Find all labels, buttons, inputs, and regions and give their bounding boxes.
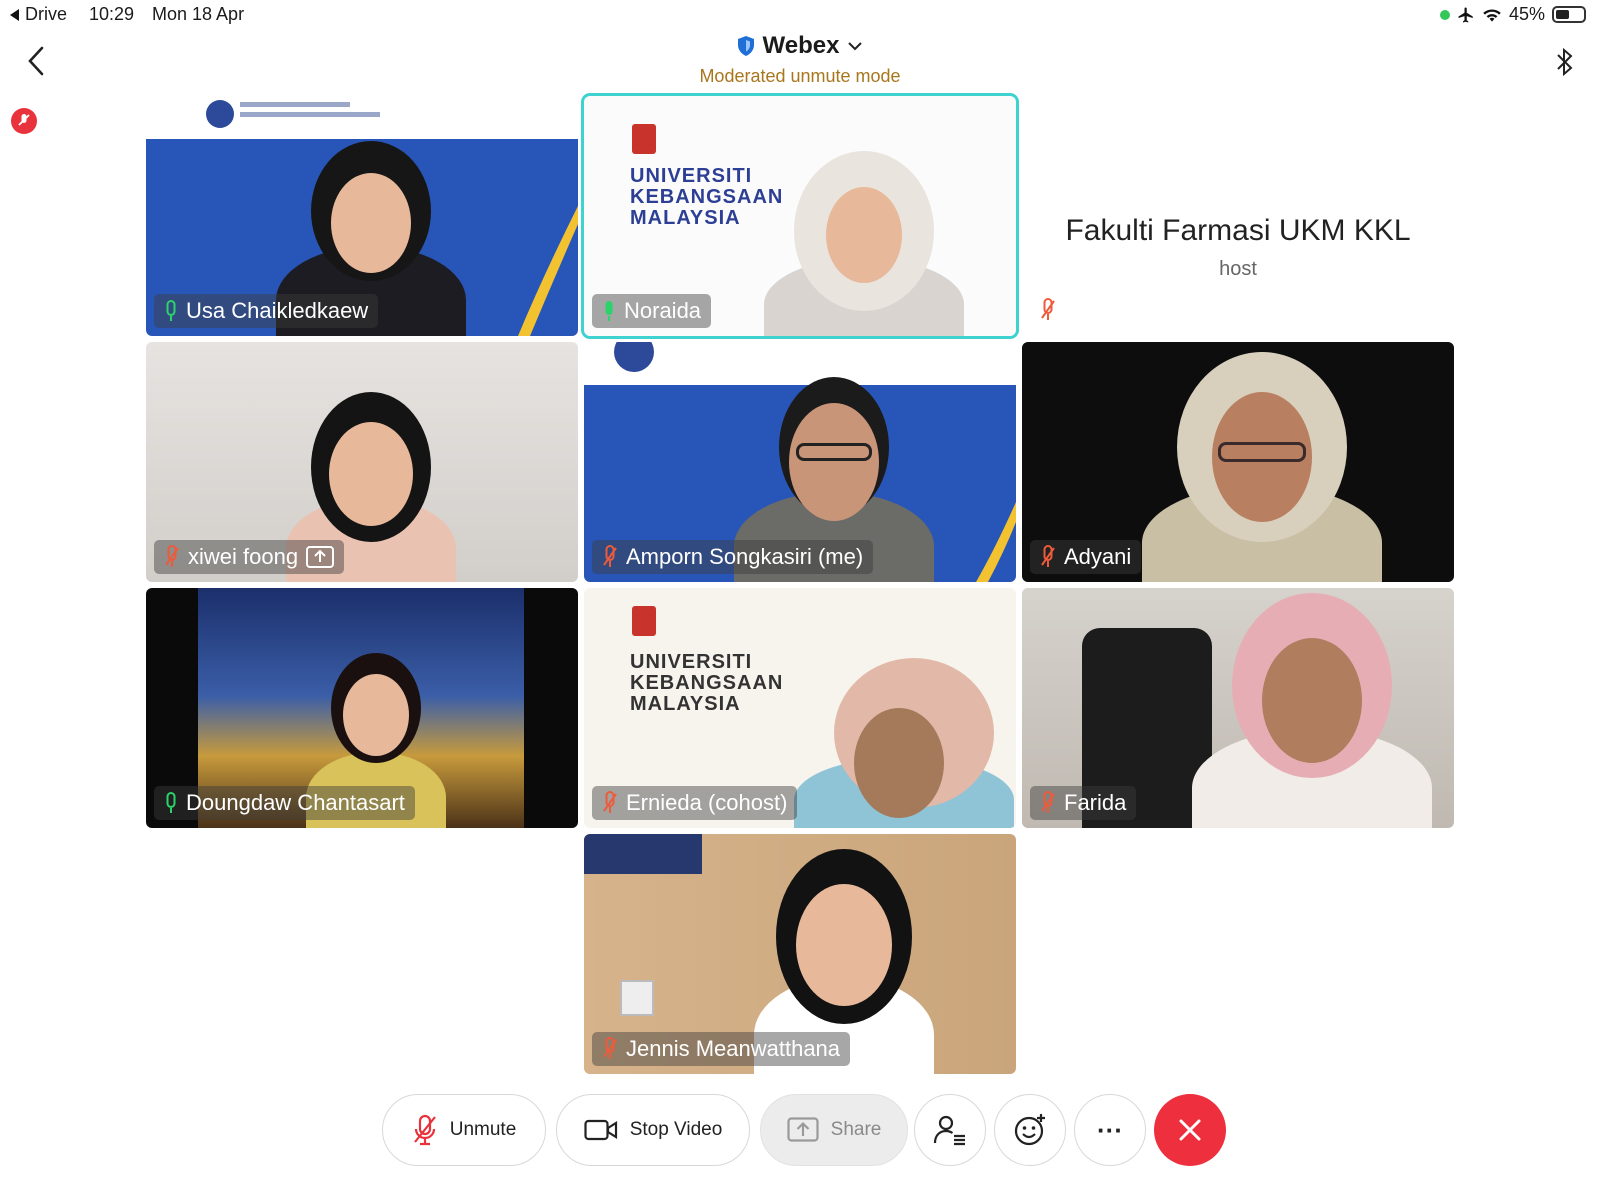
participant-name: Doungdaw Chantasart	[186, 790, 405, 815]
participant-name-tag: Farida	[1030, 786, 1137, 820]
participants-icon	[933, 1115, 965, 1146]
video-tile[interactable]: Adyani	[1022, 342, 1454, 582]
status-date: Mon 18 Apr	[152, 4, 245, 24]
muted-status-badge[interactable]	[11, 108, 37, 134]
video-tile-self[interactable]: Amporn Songkasiri (me)	[584, 342, 1016, 582]
chevron-down-icon	[848, 42, 863, 51]
mic-off-icon	[413, 1114, 436, 1146]
video-tile-active-speaker[interactable]: UNIVERSITI KEBANGSAAN MALAYSIA Noraida	[581, 93, 1019, 339]
participant-video	[764, 151, 964, 336]
meeting-controls-toolbar: Unmute Stop Video Share ···	[0, 1090, 1600, 1166]
back-app-label: Drive	[25, 4, 68, 24]
more-options-icon: ···	[1097, 1114, 1123, 1145]
participant-name-tag: Noraida	[592, 294, 712, 328]
reactions-button[interactable]	[994, 1094, 1066, 1166]
more-options-button[interactable]: ···	[1074, 1094, 1146, 1166]
participant-video	[1142, 352, 1382, 582]
participant-name-tag: xiwei foong	[154, 540, 345, 574]
meeting-title: Webex	[762, 32, 840, 59]
battery-icon	[1552, 6, 1586, 23]
video-tile[interactable]: Doungdaw Chantasart	[146, 588, 578, 828]
participant-name: Farida	[1064, 790, 1127, 815]
ukm-crest	[632, 124, 656, 154]
video-camera-icon	[584, 1119, 617, 1141]
meeting-title-button[interactable]: Webex	[737, 32, 864, 60]
unmute-button[interactable]: Unmute	[382, 1094, 546, 1166]
participant-name: xiwei foong	[188, 544, 299, 569]
meeting-header: Webex Moderated unmute mode	[0, 30, 1600, 90]
mic-off-icon	[603, 545, 617, 567]
meeting-title-area: Webex Moderated unmute mode	[0, 32, 1600, 87]
participants-button[interactable]	[914, 1094, 986, 1166]
emoji-add-icon	[1014, 1114, 1045, 1146]
back-arrow-icon	[10, 8, 19, 21]
shield-icon	[737, 36, 754, 56]
mic-on-icon	[605, 301, 613, 321]
video-tile[interactable]: Usa Chaikledkaew	[146, 96, 578, 336]
back-to-app-link[interactable]: Drive	[10, 4, 67, 25]
bluetooth-icon[interactable]	[1554, 46, 1576, 78]
close-icon	[1179, 1119, 1201, 1141]
participant-name: Usa Chaikledkaew	[186, 298, 369, 323]
participant-name-tag: Usa Chaikledkaew	[154, 294, 379, 328]
airplane-icon	[1458, 7, 1473, 22]
video-off-tile[interactable]: Fakulti Farmasi UKM KKL host	[1022, 96, 1454, 336]
mic-on-icon	[166, 300, 176, 321]
camera-in-use-indicator	[1439, 9, 1450, 20]
share-label: Share	[830, 1119, 882, 1140]
mic-off-icon	[18, 114, 30, 126]
background-logo-text: UNIVERSITI KEBANGSAAN MALAYSIA	[630, 165, 784, 229]
background-logo-text: UNIVERSITI KEBANGSAAN MALAYSIA	[630, 651, 784, 715]
participant-name-tag: Ernieda (cohost)	[592, 786, 798, 820]
status-bar: Drive 10:29 Mon 18 Apr 45%	[0, 0, 1600, 30]
participant-name: Amporn Songkasiri (me)	[626, 544, 864, 569]
participant-name-tag: Jennis Meanwatthana	[592, 1032, 851, 1066]
mic-off-icon	[1041, 791, 1055, 813]
wifi-icon	[1483, 9, 1501, 22]
participant-name-tag: Doungdaw Chantasart	[154, 786, 415, 820]
wall-panel	[620, 980, 654, 1016]
end-call-button[interactable]	[1154, 1094, 1226, 1166]
video-tile[interactable]: Jennis Meanwatthana	[584, 834, 1016, 1074]
video-tile[interactable]: Farida	[1022, 588, 1454, 828]
participant-name: Jennis Meanwatthana	[626, 1036, 841, 1061]
mic-off-icon	[603, 791, 617, 813]
share-button[interactable]: Share	[760, 1094, 908, 1166]
participant-video	[1192, 593, 1432, 828]
status-time: 10:29	[89, 4, 135, 24]
status-right: 45%	[1439, 4, 1586, 25]
participant-name: Adyani	[1064, 544, 1132, 569]
university-logo	[206, 100, 234, 128]
video-tile[interactable]: xiwei foong	[146, 342, 578, 582]
mic-on-icon	[166, 792, 176, 813]
meeting-mode-label: Moderated unmute mode	[699, 66, 901, 86]
swoosh-decoration	[976, 502, 1016, 582]
participant-name-tag: Amporn Songkasiri (me)	[592, 540, 874, 574]
mic-off-icon	[1041, 298, 1055, 320]
stop-video-label: Stop Video	[629, 1119, 723, 1140]
stop-video-button[interactable]: Stop Video	[556, 1094, 750, 1166]
battery-percent: 45%	[1508, 4, 1545, 24]
mic-off-icon	[165, 545, 179, 567]
participant-role: host	[1219, 258, 1257, 280]
video-tile[interactable]: UNIVERSITI KEBANGSAAN MALAYSIA Ernieda (…	[584, 588, 1016, 828]
mic-off-icon	[1041, 545, 1055, 567]
participant-name-tag: Adyani	[1030, 540, 1142, 574]
ukm-crest	[632, 606, 656, 636]
swoosh-decoration	[518, 206, 578, 336]
share-screen-icon	[787, 1117, 819, 1142]
sharing-icon	[306, 546, 335, 568]
mic-off-icon	[603, 1037, 617, 1059]
participant-video	[794, 658, 1014, 828]
unmute-label: Unmute	[449, 1119, 517, 1140]
participant-name: Noraida	[624, 298, 702, 323]
participant-name: Fakulti Farmasi UKM KKL	[1065, 214, 1411, 247]
wall-painting	[584, 834, 702, 874]
participant-name: Ernieda (cohost)	[626, 790, 788, 815]
